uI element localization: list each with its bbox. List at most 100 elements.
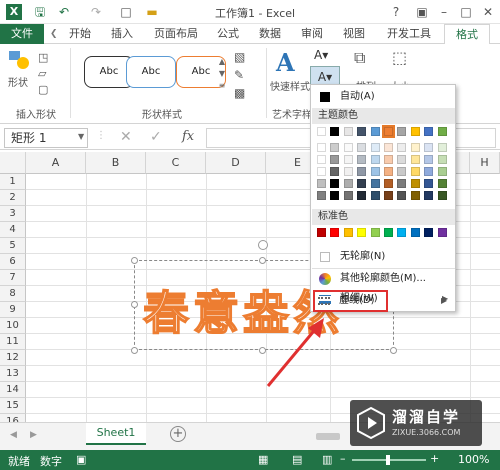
theme-color-swatch[interactable] [370, 167, 380, 176]
zoom-in-icon[interactable]: + [430, 452, 439, 465]
cancel-icon[interactable]: ✕ [120, 129, 132, 145]
theme-color-swatch[interactable] [424, 127, 434, 136]
chevron-left-icon[interactable]: ❮ [50, 29, 58, 39]
theme-color-swatch[interactable] [343, 143, 353, 152]
theme-color-swatch[interactable] [370, 191, 380, 200]
row-header[interactable]: 2 [0, 190, 26, 206]
ribbon-display-icon[interactable]: ▣ [412, 3, 432, 21]
tab-review[interactable]: 审阅 [294, 24, 330, 44]
theme-color-swatch[interactable] [397, 167, 407, 176]
standard-color-swatch[interactable] [370, 228, 380, 237]
theme-color-swatch[interactable] [437, 167, 447, 176]
theme-color-swatch[interactable] [317, 143, 326, 152]
column-header-a[interactable]: A [26, 152, 86, 174]
tab-file[interactable]: 文件 [0, 24, 44, 44]
theme-color-swatch[interactable] [357, 143, 367, 152]
theme-color-swatch[interactable] [330, 191, 340, 200]
row-header[interactable]: 15 [0, 398, 26, 414]
standard-color-swatch[interactable] [410, 228, 420, 237]
shapes-label[interactable]: 形状 [8, 74, 28, 89]
resize-handle[interactable] [390, 347, 397, 354]
theme-color-swatch[interactable] [410, 155, 420, 164]
resize-handle[interactable] [131, 347, 138, 354]
theme-color-swatch[interactable] [343, 155, 353, 164]
page-break-view-icon[interactable]: ▥ [322, 453, 332, 466]
theme-color-swatch[interactable] [424, 167, 434, 176]
tab-view[interactable]: 视图 [336, 24, 372, 44]
row-header[interactable]: 4 [0, 222, 26, 238]
theme-color-swatch[interactable] [317, 167, 326, 176]
column-header-b[interactable]: B [86, 152, 146, 174]
row-header[interactable]: 5 [0, 238, 26, 254]
theme-color-swatch[interactable] [382, 125, 395, 138]
row-header[interactable]: 8 [0, 286, 26, 302]
theme-color-swatch[interactable] [424, 143, 434, 152]
theme-color-swatch[interactable] [384, 167, 393, 176]
size-icon[interactable]: ⬚ [392, 48, 407, 67]
tab-data[interactable]: 数据 [252, 24, 288, 44]
theme-color-swatch[interactable] [330, 167, 340, 176]
sheet-scroll-left-icon[interactable]: ◀ [10, 430, 17, 440]
theme-color-swatch[interactable] [357, 179, 367, 188]
shape-fill-outline-effects-icons[interactable]: ▧ ✎ ▩ [234, 48, 260, 108]
standard-color-swatch[interactable] [424, 228, 434, 237]
style-gallery-scroll-icon[interactable]: ▲ ▼ ≡ [216, 56, 228, 92]
save-icon[interactable]: 🖫 [32, 4, 48, 20]
row-header[interactable]: 1 [0, 174, 26, 190]
row-header[interactable]: 11 [0, 334, 26, 350]
theme-color-swatch[interactable] [357, 155, 367, 164]
minimize-icon[interactable]: – [434, 3, 454, 21]
tab-format[interactable]: 格式 [444, 24, 490, 45]
rotate-handle[interactable] [258, 240, 268, 250]
theme-color-swatch[interactable] [397, 179, 407, 188]
theme-color-swatch[interactable] [330, 143, 340, 152]
theme-color-swatch[interactable] [410, 167, 420, 176]
theme-color-swatch[interactable] [317, 155, 326, 164]
theme-color-swatch[interactable] [343, 179, 353, 188]
standard-color-swatch[interactable] [384, 228, 393, 237]
standard-color-swatch[interactable] [437, 228, 447, 237]
theme-color-swatch[interactable] [330, 179, 340, 188]
theme-color-swatch[interactable] [357, 127, 367, 136]
name-box[interactable]: 矩形 1 [4, 128, 88, 148]
resize-handle[interactable] [131, 301, 138, 308]
macro-record-icon[interactable]: ▣ [76, 453, 86, 466]
tab-page-layout[interactable]: 页面布局 [146, 24, 206, 44]
redo-icon[interactable]: ↷ [88, 4, 104, 20]
theme-color-swatch[interactable] [357, 191, 367, 200]
row-header[interactable]: 6 [0, 254, 26, 270]
undo-icon[interactable]: ↶ [56, 4, 72, 20]
text-fill-icon[interactable]: A▾ [314, 48, 328, 62]
theme-color-swatch[interactable] [384, 155, 393, 164]
zoom-slider-thumb[interactable] [386, 455, 390, 465]
theme-color-swatch[interactable] [410, 127, 420, 136]
theme-color-swatch[interactable] [370, 127, 380, 136]
theme-color-swatch[interactable] [437, 143, 447, 152]
standard-color-swatch[interactable] [343, 228, 353, 237]
arrange-icon[interactable]: ⧉ [354, 48, 365, 68]
theme-color-swatch[interactable] [343, 191, 353, 200]
insert-function-icon[interactable]: fx [182, 129, 194, 144]
row-header[interactable]: 3 [0, 206, 26, 222]
theme-color-swatch[interactable] [317, 127, 326, 136]
column-header-c[interactable]: C [146, 152, 206, 174]
menu-item-automatic[interactable]: 自动(A) [312, 87, 455, 107]
chevron-down-icon[interactable]: ▼ [78, 132, 84, 141]
menu-item-more-outline-colors[interactable]: 其他轮廓颜色(M)... [312, 269, 455, 289]
theme-color-swatch[interactable] [357, 167, 367, 176]
row-header[interactable]: 10 [0, 318, 26, 334]
tab-formulas[interactable]: 公式 [210, 24, 246, 44]
normal-view-icon[interactable]: ▦ [258, 453, 268, 466]
menu-item-no-outline[interactable]: 无轮廓(N) [312, 247, 455, 267]
theme-color-swatch[interactable] [343, 127, 353, 136]
row-header[interactable]: 14 [0, 382, 26, 398]
theme-color-swatch[interactable] [437, 191, 447, 200]
add-sheet-icon[interactable]: + [170, 426, 186, 442]
theme-color-swatch[interactable] [330, 155, 340, 164]
resize-handle[interactable] [259, 257, 266, 264]
new-document-icon[interactable]: □ [118, 4, 134, 20]
theme-color-swatch[interactable] [397, 143, 407, 152]
shapes-icon[interactable] [8, 50, 30, 70]
theme-color-swatch[interactable] [370, 143, 380, 152]
column-header-d[interactable]: D [206, 152, 266, 174]
